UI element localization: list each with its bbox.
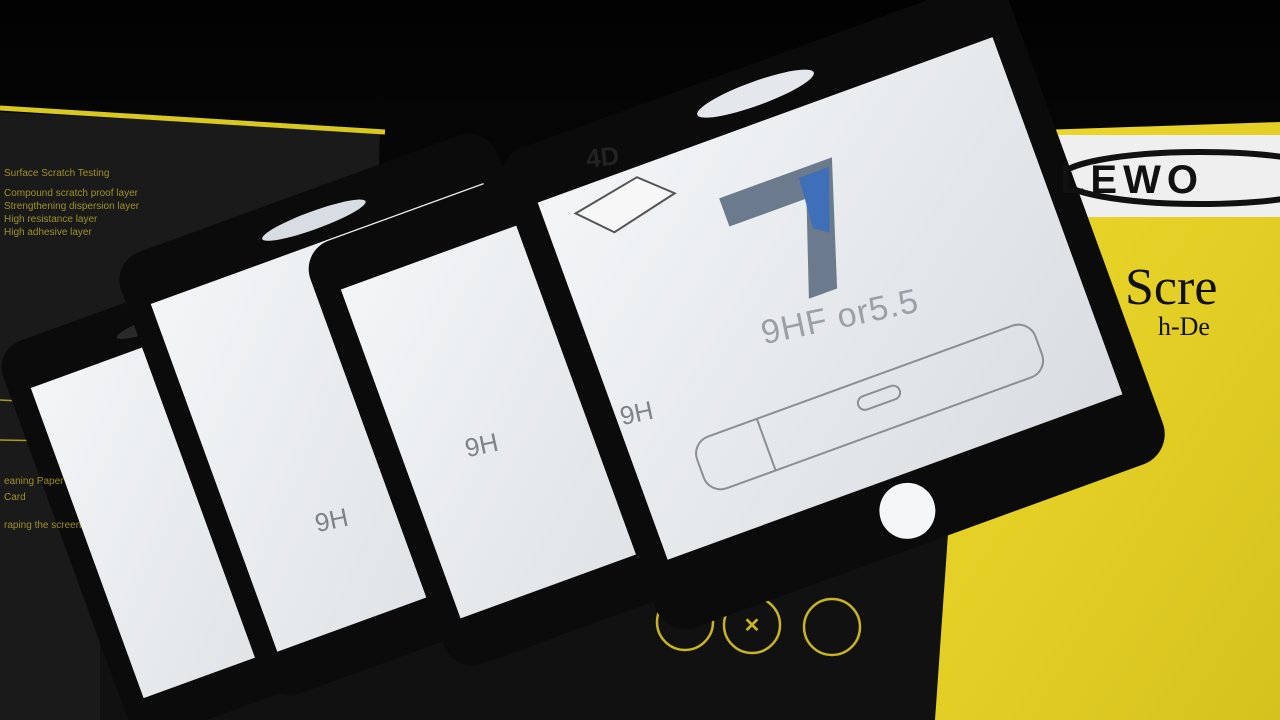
badge-text: 4D: [584, 140, 621, 174]
box-spec-line-2: Compound scratch proof layer: [4, 188, 138, 199]
box-spec-line-4: High resistance layer: [4, 214, 98, 225]
box-spec-line-3: Strengthening dispersion layer: [4, 201, 140, 212]
box-spec-line-5: High adhesive layer: [4, 227, 92, 238]
box-footer-line-2: Card: [4, 492, 26, 503]
product-photo: ✕: [0, 0, 1280, 720]
box-footer-line-1: eaning Paper: [4, 476, 64, 487]
brand-text: LEWO: [1060, 158, 1204, 202]
svg-text:✕: ✕: [744, 615, 761, 637]
box-footer-line-3: raping the screen: [4, 520, 82, 531]
package-heading: Scre: [1125, 259, 1218, 316]
package-subheading: h-De: [1158, 312, 1210, 341]
box-spec-line-1: Surface Scratch Testing: [4, 168, 110, 179]
photo-scene: ✕ 4D 9HF or5.5 9H 9H 9H LEWO Scre h-De S…: [0, 0, 1280, 720]
